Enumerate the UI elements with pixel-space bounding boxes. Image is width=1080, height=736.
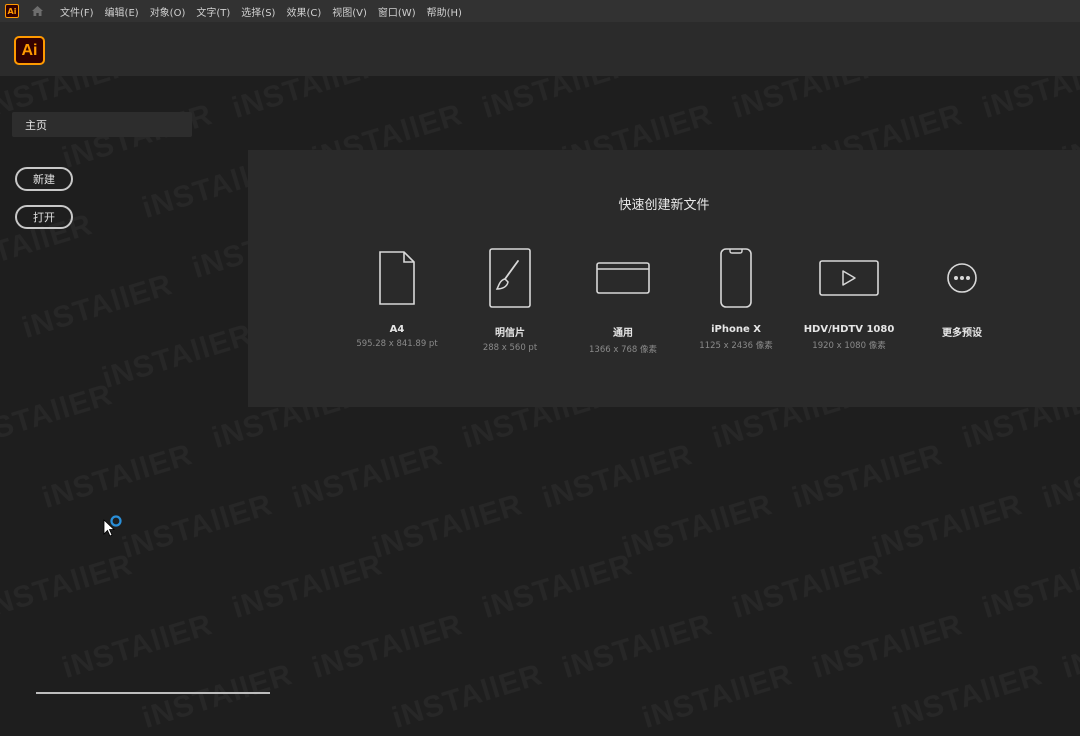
watermark-text: iNSTAllER xyxy=(868,488,1026,566)
preset-more[interactable]: 更多预设 xyxy=(892,248,1032,343)
quick-create-panel: 快速创建新文件 A4 595.28 x 841.89 pt 明信片 288 x … xyxy=(248,150,1080,407)
watermark-text: iNSTAllER xyxy=(978,548,1080,626)
watermark-text: iNSTAllER xyxy=(38,438,196,516)
preset-name: 更多预设 xyxy=(942,328,982,339)
sidebar-item-label: 主页 xyxy=(25,118,47,132)
watermark-text: iNSTAllER xyxy=(388,658,546,736)
watermark-text: iNSTAllER xyxy=(0,548,137,626)
menu-view[interactable]: 视图(V) xyxy=(332,4,367,19)
menu-type[interactable]: 文字(T) xyxy=(196,4,230,19)
watermark-text: iNSTAllER xyxy=(228,548,386,626)
busy-cursor-icon xyxy=(103,514,125,542)
watermark-text: iNSTAllER xyxy=(98,318,256,396)
watermark-text: iNSTAllER xyxy=(58,98,216,176)
menu-effect[interactable]: 效果(C) xyxy=(286,4,321,19)
watermark-text: iNSTAllER xyxy=(558,608,716,686)
home-icon[interactable] xyxy=(31,5,44,17)
menu-window[interactable]: 窗口(W) xyxy=(378,4,416,19)
watermark-text: iNSTAllER xyxy=(138,658,296,736)
watermark-text: iNSTAllER xyxy=(0,378,117,456)
menu-object[interactable]: 对象(O) xyxy=(150,4,186,19)
app-icon: Ai xyxy=(5,4,19,18)
watermark-text: iNSTAllER xyxy=(728,548,886,626)
menu-file[interactable]: 文件(F) xyxy=(60,4,94,19)
watermark-text: iNSTAllER xyxy=(58,608,216,686)
menu-edit[interactable]: 编辑(E) xyxy=(105,4,139,19)
quick-create-title: 快速创建新文件 xyxy=(618,198,710,213)
watermark-text: iNSTAllER xyxy=(788,438,946,516)
watermark-text: iNSTAllER xyxy=(538,438,696,516)
more-dots-icon xyxy=(892,248,1032,308)
watermark-text: iNSTAllER xyxy=(1058,608,1080,686)
watermark-text: iNSTAllER xyxy=(478,548,636,626)
watermark-text: iNSTAllER xyxy=(368,488,526,566)
open-button[interactable]: 打开 xyxy=(15,205,73,229)
sidebar-item-home[interactable]: 主页 xyxy=(12,112,192,137)
menu-select[interactable]: 选择(S) xyxy=(241,4,275,19)
watermark-text: iNSTAllER xyxy=(808,608,966,686)
watermark-text: iNSTAllER xyxy=(308,608,466,686)
menu-bar: Ai 文件(F) 编辑(E) 对象(O) 文字(T) 选择(S) 效果(C) 视… xyxy=(0,0,1080,22)
watermark-text: iNSTAllER xyxy=(638,658,796,736)
illustrator-logo: Ai xyxy=(14,36,45,65)
watermark-text: iNSTAllER xyxy=(1038,438,1080,516)
app-header: Ai xyxy=(0,22,1080,76)
menu-help[interactable]: 帮助(H) xyxy=(427,4,462,19)
watermark-text: iNSTAllER xyxy=(18,268,176,346)
new-button[interactable]: 新建 xyxy=(15,167,73,191)
watermark-text: iNSTAllER xyxy=(618,488,776,566)
watermark-text: iNSTAllER xyxy=(118,488,276,566)
watermark-text: iNSTAllER xyxy=(888,658,1046,736)
watermark-text: iNSTAllER xyxy=(288,438,446,516)
